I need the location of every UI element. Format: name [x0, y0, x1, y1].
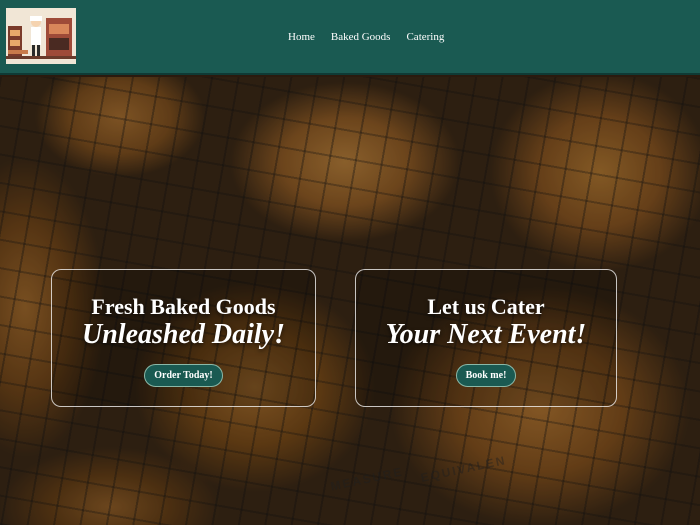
catering-heading: Let us Cater: [427, 294, 545, 319]
catering-card: Let us Cater Your Next Event! Book me!: [355, 269, 617, 407]
nav-baked-goods-link[interactable]: Baked Goods: [331, 31, 391, 43]
order-today-button[interactable]: Order Today!: [144, 364, 223, 387]
nav-home-link[interactable]: Home: [288, 31, 315, 43]
baked-goods-card: Fresh Baked Goods Unleashed Daily! Order…: [51, 269, 316, 407]
nav-catering-link[interactable]: Catering: [406, 31, 444, 43]
catering-tagline: Your Next Event!: [385, 319, 587, 350]
navbar: Home Baked Goods Catering: [0, 0, 700, 75]
hero-background-image: MEASURE EQUIVALEN Fresh Baked Goods Unle…: [0, 77, 700, 525]
baked-goods-heading: Fresh Baked Goods: [91, 294, 276, 319]
baker-kitchen-logo[interactable]: [6, 8, 76, 64]
baked-goods-tagline: Unleashed Daily!: [82, 319, 285, 350]
nav-links: Home Baked Goods Catering: [288, 31, 444, 43]
book-me-button[interactable]: Book me!: [455, 364, 517, 387]
